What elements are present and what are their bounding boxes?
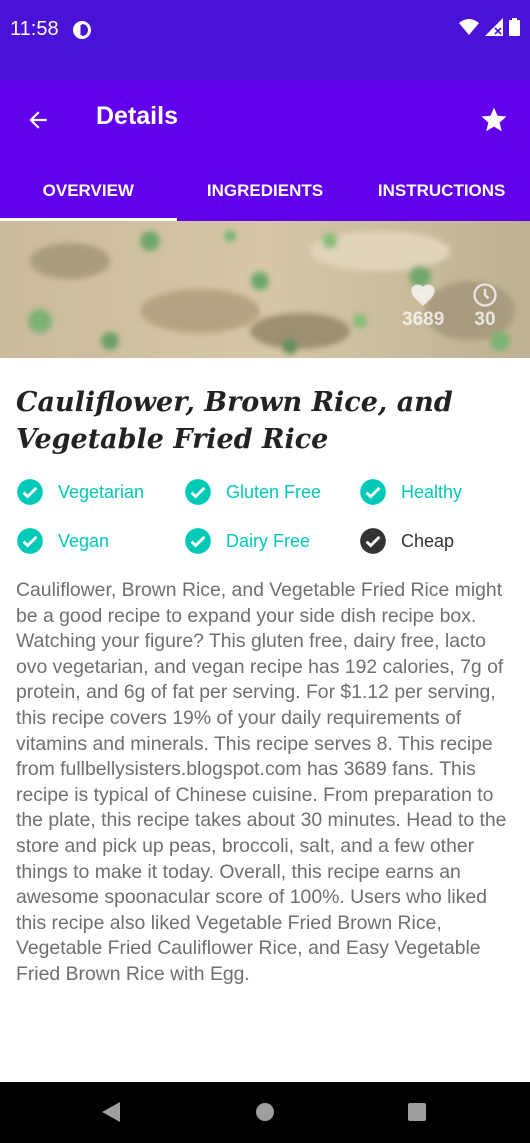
tag-label: Gluten Free xyxy=(226,481,322,502)
notification-app-icon xyxy=(72,20,92,40)
time-stat: 30 xyxy=(470,281,500,331)
likes-count: 3689 xyxy=(402,309,445,330)
check-circle-icon xyxy=(17,479,43,505)
tab-bar: OVERVIEW INGREDIENTS INSTRUCTIONS xyxy=(0,160,530,221)
clock-icon xyxy=(473,283,497,307)
tag-gluten-free: Gluten Free xyxy=(184,478,321,506)
likes-stat: 3689 xyxy=(402,281,444,331)
triangle-back-icon xyxy=(102,1102,120,1122)
favorite-button[interactable] xyxy=(474,100,514,140)
nav-recents-button[interactable] xyxy=(402,1097,432,1127)
tab-overview[interactable]: OVERVIEW xyxy=(0,160,177,221)
back-button[interactable] xyxy=(18,100,58,140)
signal-icon xyxy=(485,18,503,41)
tag-cheap: Cheap xyxy=(359,527,454,555)
nav-home-button[interactable] xyxy=(250,1097,280,1127)
recipe-title: Cauliflower, Brown Rice, and Vegetable F… xyxy=(16,387,453,455)
heart-icon xyxy=(411,284,435,306)
status-bar: 11:58 xyxy=(0,0,530,80)
tag-vegan: Vegan xyxy=(16,527,109,555)
page-title: Details xyxy=(96,102,178,130)
check-circle-icon xyxy=(185,528,211,554)
tag-vegetarian: Vegetarian xyxy=(16,478,144,506)
tag-healthy: Healthy xyxy=(359,478,462,506)
tag-dairy-free: Dairy Free xyxy=(184,527,310,555)
check-circle-icon xyxy=(17,528,43,554)
tab-ingredients[interactable]: INGREDIENTS xyxy=(177,160,354,221)
battery-icon xyxy=(509,18,520,41)
circle-home-icon xyxy=(256,1103,274,1121)
minutes-count: 30 xyxy=(474,309,496,330)
tag-label: Vegetarian xyxy=(58,481,145,502)
arrow-back-icon xyxy=(29,111,47,129)
star-icon xyxy=(481,107,507,132)
tag-label: Healthy xyxy=(401,481,463,502)
tag-label: Vegan xyxy=(58,530,110,551)
status-icons xyxy=(459,18,520,41)
status-time: 11:58 xyxy=(10,18,59,40)
square-recents-icon xyxy=(408,1103,426,1121)
wifi-icon xyxy=(459,18,479,41)
tag-label: Dairy Free xyxy=(226,530,311,551)
recipe-image: 3689 30 xyxy=(0,221,530,358)
check-circle-icon xyxy=(360,479,386,505)
nav-back-button[interactable] xyxy=(96,1097,126,1127)
recipe-summary: Cauliflower, Brown Rice, and Vegetable F… xyxy=(16,579,507,985)
system-nav-bar xyxy=(0,1082,530,1143)
tab-instructions[interactable]: INSTRUCTIONS xyxy=(353,160,530,221)
check-circle-icon xyxy=(185,479,211,505)
check-circle-icon xyxy=(360,528,386,554)
tag-label: Cheap xyxy=(401,530,455,551)
app-bar: Details xyxy=(0,80,530,160)
